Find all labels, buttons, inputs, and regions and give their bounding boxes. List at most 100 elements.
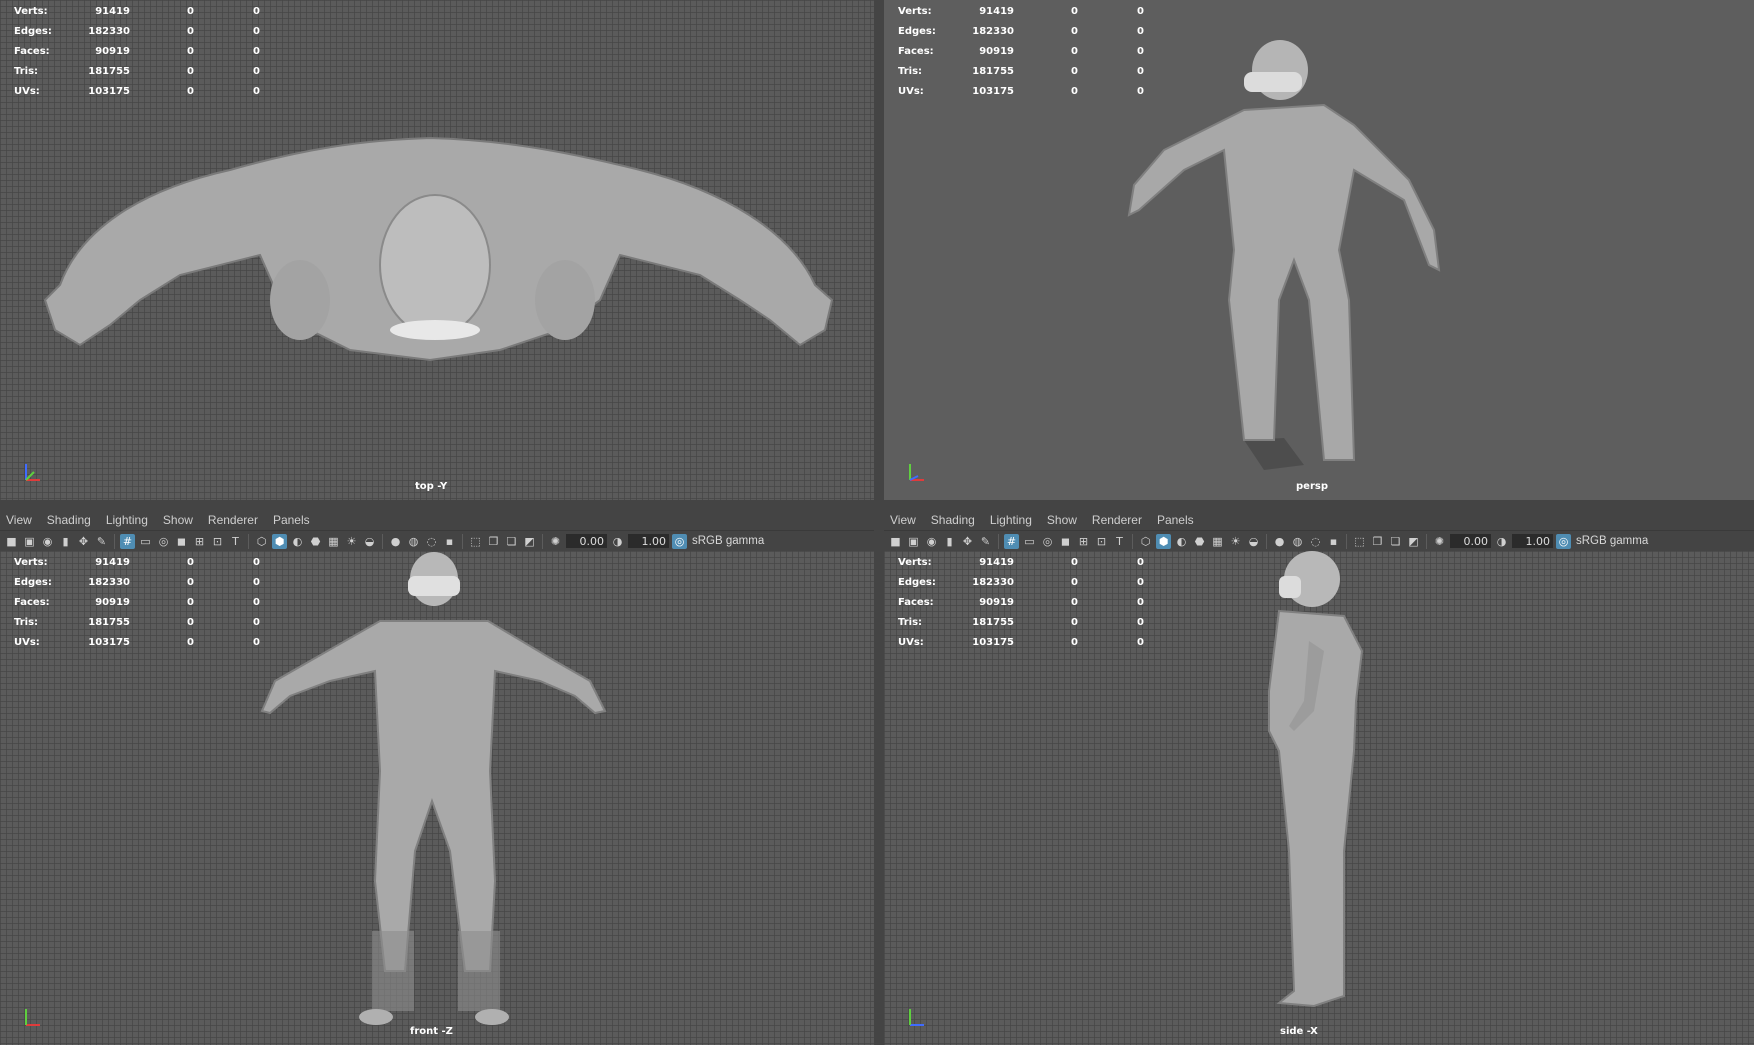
xray-active-icon[interactable]: ◩ bbox=[1406, 534, 1421, 549]
exposure-icon[interactable]: ✺ bbox=[1432, 534, 1447, 549]
color-space-label[interactable]: sRGB gamma bbox=[1576, 535, 1648, 547]
viewport-top-canvas[interactable]: Verts: 91419 0 0 Edges: 182330 0 0 Faces: 90919… bbox=[0, 0, 874, 500]
camera-select-icon[interactable]: ■ bbox=[4, 534, 19, 549]
viewport-persp[interactable]: Verts: 91419 0 0 Edges: 182330 0 0 Faces: 90919… bbox=[884, 0, 1754, 500]
depth-of-field-icon[interactable]: ▪ bbox=[1326, 534, 1341, 549]
toolbar-separator bbox=[114, 533, 115, 549]
camera-label: side -X bbox=[1280, 1026, 1318, 1037]
viewport-side-canvas[interactable]: Verts: 91419 0 0 Edges: 182330 0 0 Faces: 90919… bbox=[884, 551, 1754, 1045]
hud-row-verts: Verts: 91419 0 0 bbox=[898, 553, 1144, 573]
viewport-front[interactable]: View Shading Lighting Show Renderer Pane… bbox=[0, 510, 874, 1045]
camera-attributes-icon[interactable]: ▣ bbox=[906, 534, 921, 549]
grid-icon[interactable]: # bbox=[120, 533, 135, 549]
xray-icon[interactable]: ❐ bbox=[1370, 534, 1385, 549]
color-management-icon[interactable]: ◎ bbox=[672, 533, 687, 549]
gamma-field[interactable]: 1.00 bbox=[628, 534, 669, 548]
menu-view[interactable]: View bbox=[890, 513, 916, 527]
resolution-gate-icon[interactable]: ◎ bbox=[156, 534, 171, 549]
viewport-side[interactable]: View Shading Lighting Show Renderer Pane… bbox=[884, 510, 1754, 1045]
menu-panels[interactable]: Panels bbox=[273, 513, 310, 527]
anti-aliasing-icon[interactable]: ◌ bbox=[424, 534, 439, 549]
shadows-icon[interactable]: ◒ bbox=[362, 534, 377, 549]
camera-select-icon[interactable]: ■ bbox=[888, 534, 903, 549]
motion-blur-icon[interactable]: ◍ bbox=[406, 534, 421, 549]
default-material-icon[interactable]: ◐ bbox=[290, 534, 305, 549]
bookmark-icon[interactable]: ◉ bbox=[924, 534, 939, 549]
hud-value: 0 bbox=[253, 637, 260, 648]
menu-shading[interactable]: Shading bbox=[931, 513, 975, 527]
safe-title-icon[interactable]: T bbox=[1112, 534, 1127, 549]
hud-value: 0 bbox=[253, 577, 260, 588]
gamma-field[interactable]: 1.00 bbox=[1512, 534, 1553, 548]
bookmark-icon[interactable]: ◉ bbox=[40, 534, 55, 549]
menu-view[interactable]: View bbox=[6, 513, 32, 527]
safe-title-icon[interactable]: T bbox=[228, 534, 243, 549]
hud-row-verts: Verts: 91419 0 0 bbox=[898, 2, 1144, 22]
hud-value: 0 bbox=[1071, 577, 1078, 588]
xray-icon[interactable]: ❐ bbox=[486, 534, 501, 549]
menu-lighting[interactable]: Lighting bbox=[106, 513, 148, 527]
screen-space-ao-icon[interactable]: ● bbox=[1272, 534, 1287, 549]
viewport-top[interactable]: Verts: 91419 0 0 Edges: 182330 0 0 Faces: 90919… bbox=[0, 0, 874, 500]
two-d-pan-icon[interactable]: ✥ bbox=[960, 534, 975, 549]
menu-show[interactable]: Show bbox=[163, 513, 193, 527]
textured-icon[interactable]: ▦ bbox=[326, 534, 341, 549]
menu-shading[interactable]: Shading bbox=[47, 513, 91, 527]
film-gate-icon[interactable]: ▭ bbox=[1022, 534, 1037, 549]
gate-mask-icon[interactable]: ◼ bbox=[174, 534, 189, 549]
field-chart-icon[interactable]: ⊞ bbox=[192, 534, 207, 549]
viewport-divider-vertical[interactable] bbox=[874, 0, 884, 1045]
hud-value: 0 bbox=[1071, 46, 1078, 57]
color-management-icon[interactable]: ◎ bbox=[1556, 533, 1571, 549]
default-material-icon[interactable]: ◐ bbox=[1174, 534, 1189, 549]
motion-blur-icon[interactable]: ◍ bbox=[1290, 534, 1305, 549]
two-d-pan-icon[interactable]: ✥ bbox=[76, 534, 91, 549]
menu-panels[interactable]: Panels bbox=[1157, 513, 1194, 527]
wireframe-icon[interactable]: ⬡ bbox=[1138, 534, 1153, 549]
exposure-field[interactable]: 0.00 bbox=[566, 534, 607, 548]
safe-action-icon[interactable]: ⊡ bbox=[1094, 534, 1109, 549]
safe-action-icon[interactable]: ⊡ bbox=[210, 534, 225, 549]
color-space-label[interactable]: sRGB gamma bbox=[692, 535, 764, 547]
lights-icon[interactable]: ☀ bbox=[344, 534, 359, 549]
depth-of-field-icon[interactable]: ▪ bbox=[442, 534, 457, 549]
gamma-icon[interactable]: ◑ bbox=[1494, 534, 1509, 549]
xray-joints-icon[interactable]: ❏ bbox=[1388, 534, 1403, 549]
resolution-gate-icon[interactable]: ◎ bbox=[1040, 534, 1055, 549]
grease-pencil-icon[interactable]: ✎ bbox=[978, 534, 993, 549]
camera-attributes-icon[interactable]: ▣ bbox=[22, 534, 37, 549]
screen-space-ao-icon[interactable]: ● bbox=[388, 534, 403, 549]
gamma-icon[interactable]: ◑ bbox=[610, 534, 625, 549]
grid-icon[interactable]: # bbox=[1004, 533, 1019, 549]
gate-mask-icon[interactable]: ◼ bbox=[1058, 534, 1073, 549]
grease-pencil-icon[interactable]: ✎ bbox=[94, 534, 109, 549]
viewport-persp-canvas[interactable]: Verts: 91419 0 0 Edges: 182330 0 0 Faces: 90919… bbox=[884, 0, 1754, 500]
hud-value: 0 bbox=[253, 557, 260, 568]
exposure-field[interactable]: 0.00 bbox=[1450, 534, 1491, 548]
xray-active-icon[interactable]: ◩ bbox=[522, 534, 537, 549]
menu-lighting[interactable]: Lighting bbox=[990, 513, 1032, 527]
image-plane-icon[interactable]: ▮ bbox=[58, 534, 73, 549]
smooth-shade-icon[interactable]: ⬢ bbox=[272, 533, 287, 549]
isolate-select-icon[interactable]: ⬚ bbox=[1352, 534, 1367, 549]
xray-joints-icon[interactable]: ❏ bbox=[504, 534, 519, 549]
image-plane-icon[interactable]: ▮ bbox=[942, 534, 957, 549]
smooth-shade-icon[interactable]: ⬢ bbox=[1156, 533, 1171, 549]
film-gate-icon[interactable]: ▭ bbox=[138, 534, 153, 549]
menu-renderer[interactable]: Renderer bbox=[1092, 513, 1142, 527]
shadows-icon[interactable]: ◒ bbox=[1246, 534, 1261, 549]
wireframe-on-shaded-icon[interactable]: ⬣ bbox=[1192, 534, 1207, 549]
isolate-select-icon[interactable]: ⬚ bbox=[468, 534, 483, 549]
viewport-front-canvas[interactable]: Verts: 91419 0 0 Edges: 182330 0 0 Faces: 90919… bbox=[0, 551, 874, 1045]
field-chart-icon[interactable]: ⊞ bbox=[1076, 534, 1091, 549]
menu-show[interactable]: Show bbox=[1047, 513, 1077, 527]
wireframe-on-shaded-icon[interactable]: ⬣ bbox=[308, 534, 323, 549]
menu-renderer[interactable]: Renderer bbox=[208, 513, 258, 527]
textured-icon[interactable]: ▦ bbox=[1210, 534, 1225, 549]
anti-aliasing-icon[interactable]: ◌ bbox=[1308, 534, 1323, 549]
hud-value: 0 bbox=[187, 6, 194, 17]
viewport-divider-horizontal[interactable] bbox=[0, 500, 1754, 510]
exposure-icon[interactable]: ✺ bbox=[548, 534, 563, 549]
wireframe-icon[interactable]: ⬡ bbox=[254, 534, 269, 549]
lights-icon[interactable]: ☀ bbox=[1228, 534, 1243, 549]
